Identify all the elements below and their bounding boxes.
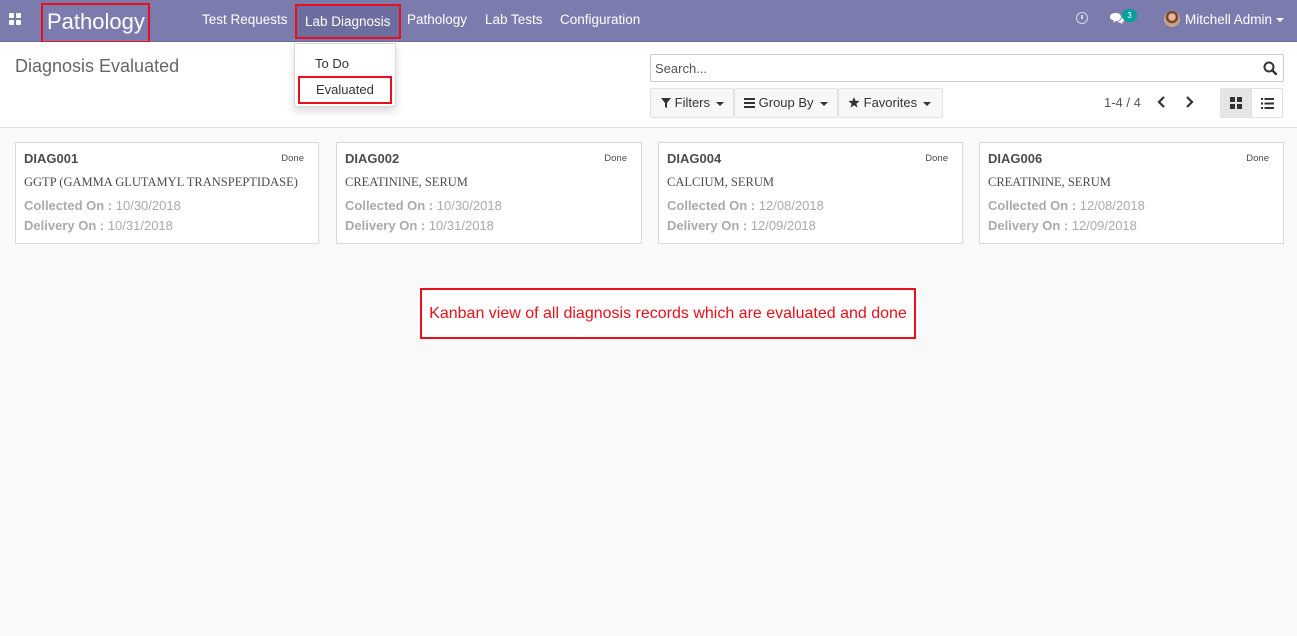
kanban-card[interactable]: DIAG004 Done CALCIUM, SERUM Collected On… <box>658 142 963 244</box>
top-navbar: Pathology Test Requests Lab Diagnosis Pa… <box>0 0 1297 43</box>
page-title: Diagnosis Evaluated <box>15 56 180 76</box>
app-brand[interactable]: Pathology <box>41 3 150 43</box>
delivery-label: Delivery On : <box>24 218 105 233</box>
user-menu[interactable]: Mitchell Admin <box>1185 0 1272 40</box>
search-bar[interactable] <box>650 54 1284 82</box>
card-reference: DIAG002 <box>345 151 400 166</box>
card-delivery-on: Delivery On : 10/31/2018 <box>24 218 173 233</box>
card-delivery-on: Delivery On : 12/09/2018 <box>667 218 816 233</box>
card-delivery-on: Delivery On : 10/31/2018 <box>345 218 494 233</box>
apps-menu-icon[interactable] <box>9 13 21 25</box>
card-test-name: CREATININE, SERUM <box>345 175 468 189</box>
filter-icon <box>661 98 671 108</box>
card-reference: DIAG004 <box>667 151 722 166</box>
user-menu-caret-icon[interactable] <box>1276 18 1284 22</box>
search-icon[interactable] <box>1263 61 1277 75</box>
menu-lab-tests[interactable]: Lab Tests <box>485 0 543 42</box>
collected-label: Collected On : <box>988 198 1077 213</box>
filters-caret-icon <box>716 101 725 106</box>
card-reference: DIAG006 <box>988 151 1043 166</box>
menu-configuration[interactable]: Configuration <box>560 0 640 42</box>
collected-label: Collected On : <box>345 198 434 213</box>
favorites-caret-icon <box>923 101 932 106</box>
delivery-label: Delivery On : <box>988 218 1069 233</box>
collected-date: 10/30/2018 <box>115 198 181 213</box>
delivery-label: Delivery On : <box>667 218 748 233</box>
collected-date: 12/08/2018 <box>1079 198 1145 213</box>
dropdown-item-to-do[interactable]: To Do <box>315 56 349 71</box>
delivery-date: 12/09/2018 <box>1071 218 1137 233</box>
kanban-card[interactable]: DIAG002 Done CREATININE, SERUM Collected… <box>336 142 642 244</box>
group-by-label: Group By <box>758 95 814 110</box>
control-panel: Diagnosis Evaluated Filters Group By Fav… <box>0 42 1297 128</box>
collected-date: 12/08/2018 <box>758 198 824 213</box>
kanban-card[interactable]: DIAG001 Done GGTP (GAMMA GLUTAMYL TRANSP… <box>15 142 319 244</box>
card-test-name: CREATININE, SERUM <box>988 175 1111 189</box>
activity-clock-icon[interactable] <box>1076 12 1088 24</box>
card-test-name: CALCIUM, SERUM <box>667 175 774 189</box>
collected-label: Collected On : <box>24 198 113 213</box>
menu-test-requests[interactable]: Test Requests <box>202 0 288 42</box>
group-by-caret-icon <box>819 101 828 106</box>
pager-previous-icon[interactable] <box>1155 94 1169 110</box>
card-state: Done <box>925 153 948 164</box>
favorites-button[interactable]: Favorites <box>838 88 943 118</box>
delivery-date: 10/31/2018 <box>428 218 494 233</box>
lab-diagnosis-dropdown: To Do Evaluated <box>294 43 396 107</box>
kanban-card[interactable]: DIAG006 Done CREATININE, SERUM Collected… <box>979 142 1284 244</box>
menu-lab-diagnosis[interactable]: Lab Diagnosis <box>295 4 401 39</box>
pager-value[interactable]: 1-4 / 4 <box>1104 95 1141 110</box>
card-reference: DIAG001 <box>24 151 79 166</box>
user-avatar[interactable] <box>1164 11 1180 27</box>
kanban-view-button[interactable] <box>1220 88 1252 118</box>
group-by-icon <box>744 98 755 108</box>
card-collected-on: Collected On : 10/30/2018 <box>345 198 502 213</box>
card-test-name: GGTP (GAMMA GLUTAMYL TRANSPEPTIDASE) <box>24 175 298 189</box>
collected-label: Collected On : <box>667 198 756 213</box>
card-collected-on: Collected On : 12/08/2018 <box>988 198 1145 213</box>
pager-next-icon[interactable] <box>1182 94 1196 110</box>
list-view-icon <box>1261 98 1274 109</box>
dropdown-item-evaluated[interactable]: Evaluated <box>298 76 392 104</box>
filters-button[interactable]: Filters <box>650 88 734 118</box>
card-state: Done <box>604 153 627 164</box>
list-view-button[interactable] <box>1251 88 1283 118</box>
card-collected-on: Collected On : 12/08/2018 <box>667 198 824 213</box>
kanban-view-icon <box>1230 97 1242 109</box>
card-delivery-on: Delivery On : 12/09/2018 <box>988 218 1137 233</box>
group-by-button[interactable]: Group By <box>734 88 838 118</box>
delivery-label: Delivery On : <box>345 218 426 233</box>
messages-count-badge: 3 <box>1122 9 1137 22</box>
collected-date: 10/30/2018 <box>436 198 502 213</box>
card-state: Done <box>281 153 304 164</box>
delivery-date: 10/31/2018 <box>107 218 173 233</box>
star-icon <box>848 97 860 108</box>
favorites-label: Favorites <box>863 95 918 110</box>
menu-pathology[interactable]: Pathology <box>407 0 467 42</box>
card-collected-on: Collected On : 10/30/2018 <box>24 198 181 213</box>
search-input[interactable] <box>655 59 1235 77</box>
annotation-note: Kanban view of all diagnosis records whi… <box>420 288 916 339</box>
delivery-date: 12/09/2018 <box>750 218 816 233</box>
filters-label: Filters <box>674 95 711 110</box>
card-state: Done <box>1246 153 1269 164</box>
